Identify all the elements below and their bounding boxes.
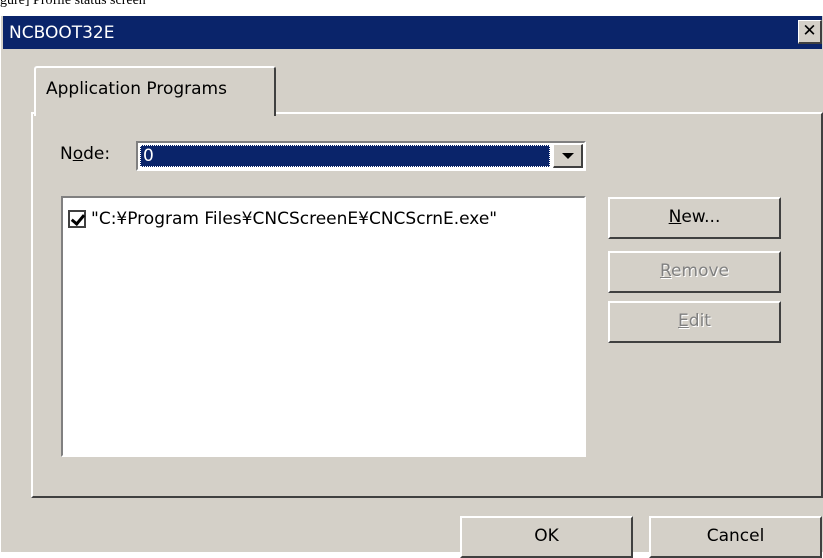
dialog-window: NCBOOT32E ✕ Application Programs Node: 0… <box>0 15 823 558</box>
chevron-down-icon[interactable] <box>553 144 583 168</box>
new-button[interactable]: New... <box>608 197 781 239</box>
node-value[interactable]: 0 <box>140 145 550 167</box>
tab-label: Application Programs <box>46 79 227 99</box>
edit-button[interactable]: Edit <box>608 301 781 343</box>
list-item[interactable]: "C:¥Program Files¥CNCScreenE¥CNCScrnE.ex… <box>68 207 497 231</box>
window-title: NCBOOT32E <box>9 23 115 43</box>
node-combobox[interactable]: 0 <box>136 141 586 171</box>
close-icon: ✕ <box>802 21 817 41</box>
program-checkbox[interactable] <box>68 210 86 228</box>
caption-fragment: gure] Profile status screen <box>0 0 146 8</box>
tab-application-programs[interactable]: Application Programs <box>34 66 276 116</box>
close-button[interactable]: ✕ <box>798 20 822 44</box>
program-path: "C:¥Program Files¥CNCScreenE¥CNCScrnE.ex… <box>91 209 498 229</box>
node-label: Node: <box>60 144 111 164</box>
remove-button[interactable]: Remove <box>608 251 781 293</box>
title-bar[interactable]: NCBOOT32E ✕ <box>3 16 822 49</box>
program-list[interactable]: "C:¥Program Files¥CNCScreenE¥CNCScrnE.ex… <box>61 196 586 457</box>
